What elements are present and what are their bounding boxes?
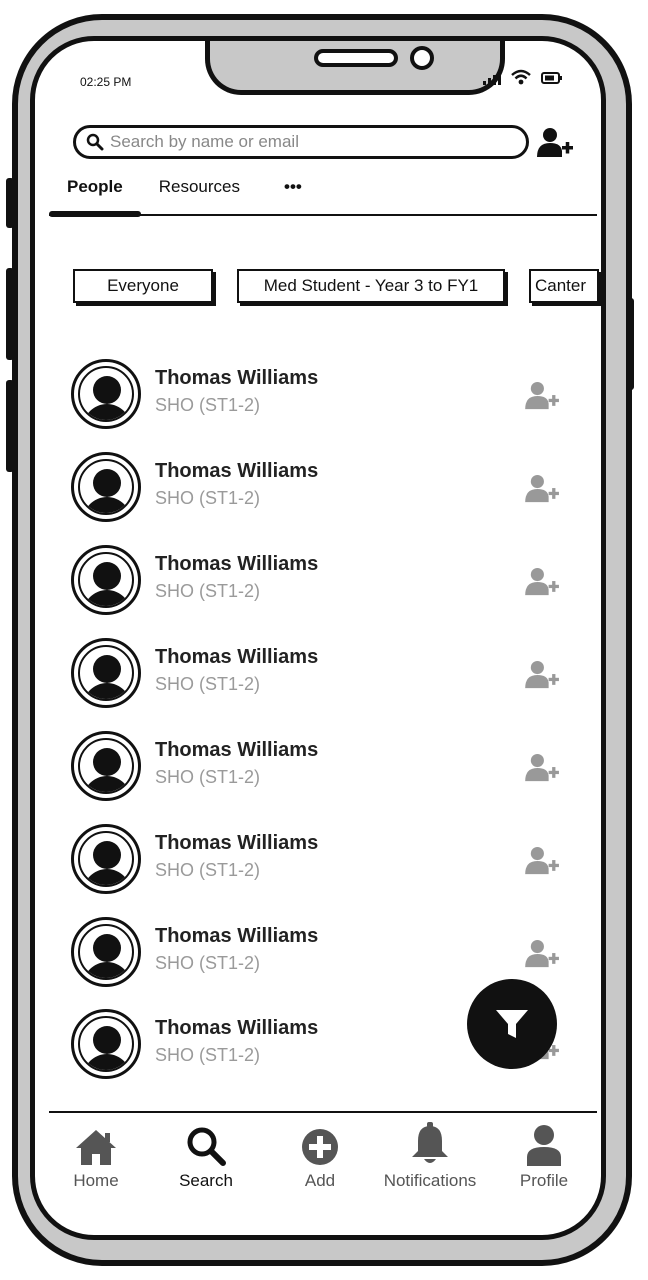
list-item[interactable]: Thomas Williams SHO (ST1-2) — [71, 731, 571, 801]
search-input[interactable]: Search by name or email — [73, 125, 529, 159]
list-item[interactable]: Thomas Williams SHO (ST1-2) — [71, 917, 571, 987]
avatar — [71, 359, 141, 429]
speaker — [314, 49, 398, 67]
avatar — [71, 638, 141, 708]
person-name: Thomas Williams — [155, 646, 319, 668]
side-button-volume-up — [6, 268, 14, 360]
avatar — [71, 731, 141, 801]
list-item[interactable]: Thomas Williams SHO (ST1-2) — [71, 545, 571, 615]
side-button-mute — [6, 178, 14, 228]
list-item[interactable]: Thomas Williams SHO (ST1-2) — [71, 452, 571, 522]
avatar — [71, 824, 141, 894]
filter-icon — [496, 1010, 528, 1038]
user-icon — [527, 1125, 561, 1166]
nav-profile-label: Profile — [519, 1171, 569, 1190]
bottom-nav-divider — [49, 1111, 597, 1113]
status-time: 02:25 PM — [80, 75, 132, 89]
avatar — [71, 545, 141, 615]
add-user-icon[interactable] — [525, 660, 561, 690]
add-user-icon[interactable] — [525, 846, 561, 876]
bottom-nav: Home Search Add Notifications Profile — [35, 1121, 601, 1201]
person-name: Thomas Williams — [155, 1017, 319, 1039]
home-icon — [76, 1130, 116, 1165]
phone-screen: 02:25 PM Search by name or email People — [30, 36, 606, 1240]
person-name: Thomas Williams — [155, 460, 319, 482]
list-item[interactable]: Thomas Williams SHO (ST1-2) — [71, 824, 571, 894]
filter-button[interactable] — [467, 979, 557, 1069]
person-role: SHO (ST1-2) — [155, 860, 261, 880]
signal-icon — [483, 72, 501, 85]
filter-chip-med-student[interactable]: Med Student - Year 3 to FY1 — [237, 269, 505, 303]
tab-people[interactable]: People — [67, 177, 123, 197]
nav-home[interactable]: Home — [41, 1121, 151, 1191]
side-button-volume-down — [6, 380, 14, 472]
nav-profile[interactable]: Profile — [489, 1121, 599, 1191]
avatar — [71, 917, 141, 987]
person-name: Thomas Williams — [155, 739, 319, 761]
tab-bar: People Resources ••• — [67, 177, 302, 197]
add-user-icon[interactable] — [525, 939, 561, 969]
person-role: SHO (ST1-2) — [155, 953, 261, 973]
person-name: Thomas Williams — [155, 367, 319, 389]
notch — [205, 41, 505, 95]
status-icons — [483, 69, 563, 85]
add-user-icon[interactable] — [525, 567, 561, 597]
person-role: SHO (ST1-2) — [155, 674, 261, 694]
nav-add[interactable]: Add — [265, 1121, 375, 1191]
nav-home-label: Home — [73, 1171, 119, 1190]
add-user-icon[interactable] — [525, 474, 561, 504]
person-role: SHO (ST1-2) — [155, 488, 261, 508]
search-icon — [86, 133, 104, 151]
bell-icon — [412, 1122, 448, 1163]
list-item[interactable]: Thomas Williams SHO (ST1-2) — [71, 638, 571, 708]
camera — [410, 46, 434, 70]
person-role: SHO (ST1-2) — [155, 767, 261, 787]
add-user-icon[interactable] — [525, 381, 561, 411]
avatar — [71, 1009, 141, 1079]
nav-add-label: Add — [304, 1171, 336, 1190]
person-role: SHO (ST1-2) — [155, 581, 261, 601]
search-placeholder: Search by name or email — [110, 132, 299, 151]
side-button-power — [626, 298, 634, 390]
active-tab-indicator — [49, 211, 141, 217]
person-name: Thomas Williams — [155, 553, 319, 575]
battery-icon — [541, 72, 562, 84]
add-user-icon[interactable] — [525, 753, 561, 783]
list-item[interactable]: Thomas Williams SHO (ST1-2) — [71, 359, 571, 429]
nav-search-label: Search — [179, 1171, 233, 1190]
nav-notifications[interactable]: Notifications — [375, 1121, 485, 1191]
person-role: SHO (ST1-2) — [155, 395, 261, 415]
nav-notifications-label: Notifications — [383, 1171, 477, 1190]
plus-circle-icon — [302, 1129, 338, 1165]
person-role: SHO (ST1-2) — [155, 1045, 261, 1065]
avatar — [71, 452, 141, 522]
nav-search[interactable]: Search — [151, 1121, 261, 1191]
filter-chip-everyone[interactable]: Everyone — [73, 269, 213, 303]
filter-chip-canter[interactable]: Canter — [529, 269, 599, 303]
person-name: Thomas Williams — [155, 925, 319, 947]
add-user-icon[interactable] — [537, 127, 575, 159]
search-icon — [187, 1127, 226, 1166]
wifi-icon — [511, 69, 531, 85]
tab-more[interactable]: ••• — [284, 177, 302, 197]
tab-resources[interactable]: Resources — [159, 177, 240, 197]
person-name: Thomas Williams — [155, 832, 319, 854]
